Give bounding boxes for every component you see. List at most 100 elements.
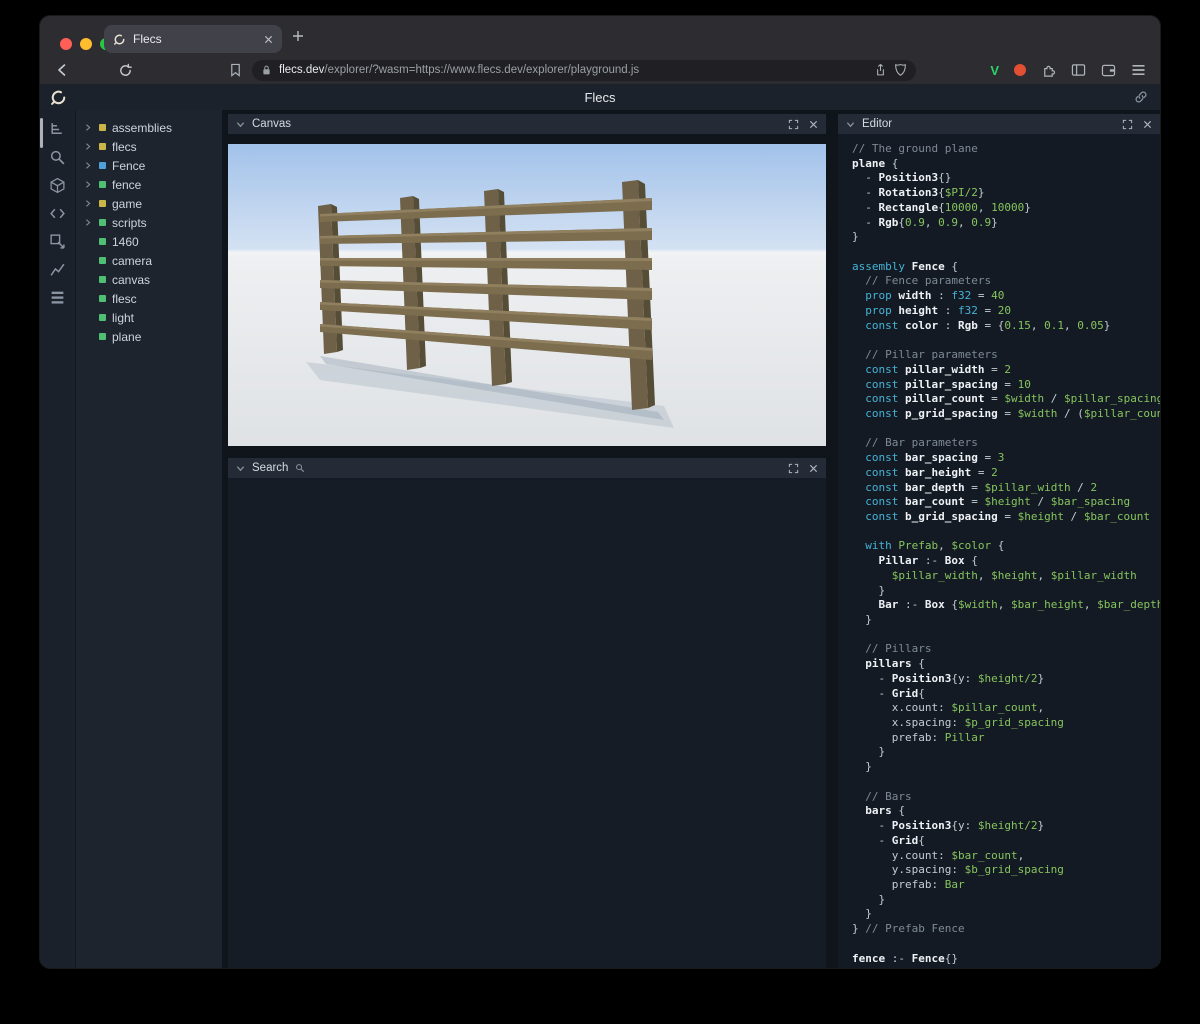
app-title: Flecs (40, 90, 1160, 105)
expand-chevron-icon[interactable] (84, 199, 93, 208)
code-line: prefab: Pillar (852, 731, 1160, 746)
code-line: const pillar_count = $width / $pillar_sp… (852, 392, 1160, 407)
tree-item-label: flesc (112, 292, 137, 306)
tree-item-label: 1460 (112, 235, 139, 249)
scene-cube-icon[interactable] (49, 176, 67, 194)
code-line: const bar_spacing = 3 (852, 451, 1160, 466)
tree-item-camera[interactable]: camera (76, 251, 222, 270)
tree-item-label: light (112, 311, 134, 325)
code-line: } (852, 745, 1160, 760)
entity-tree: assemblies flecs Fence fencegame scripts 1460… (76, 110, 222, 968)
browser-window: Flecs fl (40, 16, 1160, 968)
code-line: Bar :- Box {$width, $bar_height, $bar_de… (852, 598, 1160, 613)
tree-item-plane[interactable]: plane (76, 327, 222, 346)
journal-rows-icon[interactable] (49, 288, 67, 306)
app-main: assemblies flecs Fence fencegame scripts 1460… (40, 110, 1160, 968)
browser-titlebar: Flecs (40, 16, 1160, 56)
reload-icon[interactable] (118, 63, 133, 78)
canvas-panel-title: Canvas (252, 118, 291, 130)
tree-item-game[interactable]: game (76, 194, 222, 213)
tree-item-fence[interactable]: fence (76, 175, 222, 194)
code-line: assembly Fence { (852, 260, 1160, 275)
expand-chevron-icon[interactable] (84, 161, 93, 170)
chevron-down-icon[interactable] (846, 120, 855, 129)
center-column: Canvas (222, 110, 832, 968)
code-line: y.spacing: $b_grid_spacing (852, 863, 1160, 878)
code-line: - Grid{ (852, 834, 1160, 849)
code-line: // Bars (852, 790, 1160, 805)
extension-v-icon[interactable]: V (990, 63, 999, 78)
expand-panel-icon[interactable] (1122, 119, 1133, 130)
code-line (852, 937, 1160, 952)
tree-item-1460[interactable]: 1460 (76, 232, 222, 251)
brave-shield-icon[interactable] (894, 63, 907, 77)
wallet-icon[interactable] (1101, 64, 1116, 77)
module-swatch-icon (99, 124, 106, 131)
tree-item-assemblies[interactable]: assemblies (76, 118, 222, 137)
code-line: with Prefab, $color { (852, 539, 1160, 554)
close-panel-icon[interactable] (809, 464, 818, 473)
fence-3d-render (228, 144, 826, 446)
expand-chevron-icon[interactable] (84, 142, 93, 151)
tree-item-scripts[interactable]: scripts (76, 213, 222, 232)
code-line: const pillar_spacing = 10 (852, 378, 1160, 393)
menu-hamburger-icon[interactable] (1131, 64, 1146, 76)
editor-panel-header: Editor (838, 114, 1160, 134)
expand-chevron-icon[interactable] (84, 180, 93, 189)
tree-item-label: Fence (112, 159, 145, 173)
tree-item-label: scripts (112, 216, 147, 230)
entity-swatch-icon (99, 314, 106, 321)
close-window-button[interactable] (60, 38, 72, 50)
code-line: } (852, 893, 1160, 908)
stats-chart-icon[interactable] (49, 260, 67, 278)
tree-item-canvas[interactable]: canvas (76, 270, 222, 289)
back-icon[interactable] (54, 62, 70, 78)
chevron-down-icon[interactable] (236, 464, 245, 473)
chevron-down-icon[interactable] (236, 120, 245, 129)
tree-item-light[interactable]: light (76, 308, 222, 327)
code-line: const b_grid_spacing = $height / $bar_co… (852, 510, 1160, 525)
code-line: bars { (852, 804, 1160, 819)
code-line: y.count: $bar_count, (852, 849, 1160, 864)
tree-item-flesc[interactable]: flesc (76, 289, 222, 308)
expand-chevron-icon[interactable] (84, 218, 93, 227)
inspector-cursor-icon[interactable] (49, 232, 67, 250)
editor-panel-title: Editor (862, 118, 892, 130)
tree-item-label: plane (112, 330, 141, 344)
tree-item-label: flecs (112, 140, 137, 154)
minimize-window-button[interactable] (80, 38, 92, 50)
expand-chevron-icon[interactable] (84, 123, 93, 132)
sidebar-toggle-icon[interactable] (1071, 63, 1086, 77)
new-tab-button[interactable] (292, 30, 304, 42)
share-icon[interactable] (874, 63, 887, 77)
extension-red-dot-icon[interactable] (1014, 64, 1026, 76)
tree-item-Fence[interactable]: Fence (76, 156, 222, 175)
url-bar[interactable]: flecs.dev/explorer/?wasm=https://www.fle… (252, 60, 916, 81)
close-panel-icon[interactable] (1143, 120, 1152, 129)
tree-item-label: assemblies (112, 121, 172, 135)
expand-panel-icon[interactable] (788, 463, 799, 474)
code-icon[interactable] (49, 204, 67, 222)
query-search-icon[interactable] (49, 148, 67, 166)
tab-close-icon[interactable] (264, 35, 273, 44)
tree-item-flecs[interactable]: flecs (76, 137, 222, 156)
expand-panel-icon[interactable] (788, 119, 799, 130)
bookmark-icon[interactable] (229, 63, 242, 77)
code-editor[interactable]: // The ground planeplane { - Position3{}… (838, 134, 1160, 968)
code-line (852, 333, 1160, 348)
code-line: prop height : f32 = 20 (852, 304, 1160, 319)
close-panel-icon[interactable] (809, 120, 818, 129)
canvas-3d-viewport[interactable] (228, 144, 826, 446)
entity-tree-icon[interactable] (49, 120, 67, 138)
search-panel-title: Search (252, 462, 288, 474)
code-line: } (852, 907, 1160, 922)
code-line: - Rgb{0.9, 0.9, 0.9} (852, 216, 1160, 231)
entity-swatch-icon (99, 257, 106, 264)
search-results-area[interactable] (228, 478, 826, 968)
tree-item-label: camera (112, 254, 152, 268)
browser-tab[interactable]: Flecs (104, 25, 282, 53)
extensions-puzzle-icon[interactable] (1041, 63, 1056, 78)
entity-swatch-icon (99, 295, 106, 302)
forward-icon[interactable] (86, 62, 102, 78)
tab-title: Flecs (133, 32, 162, 46)
